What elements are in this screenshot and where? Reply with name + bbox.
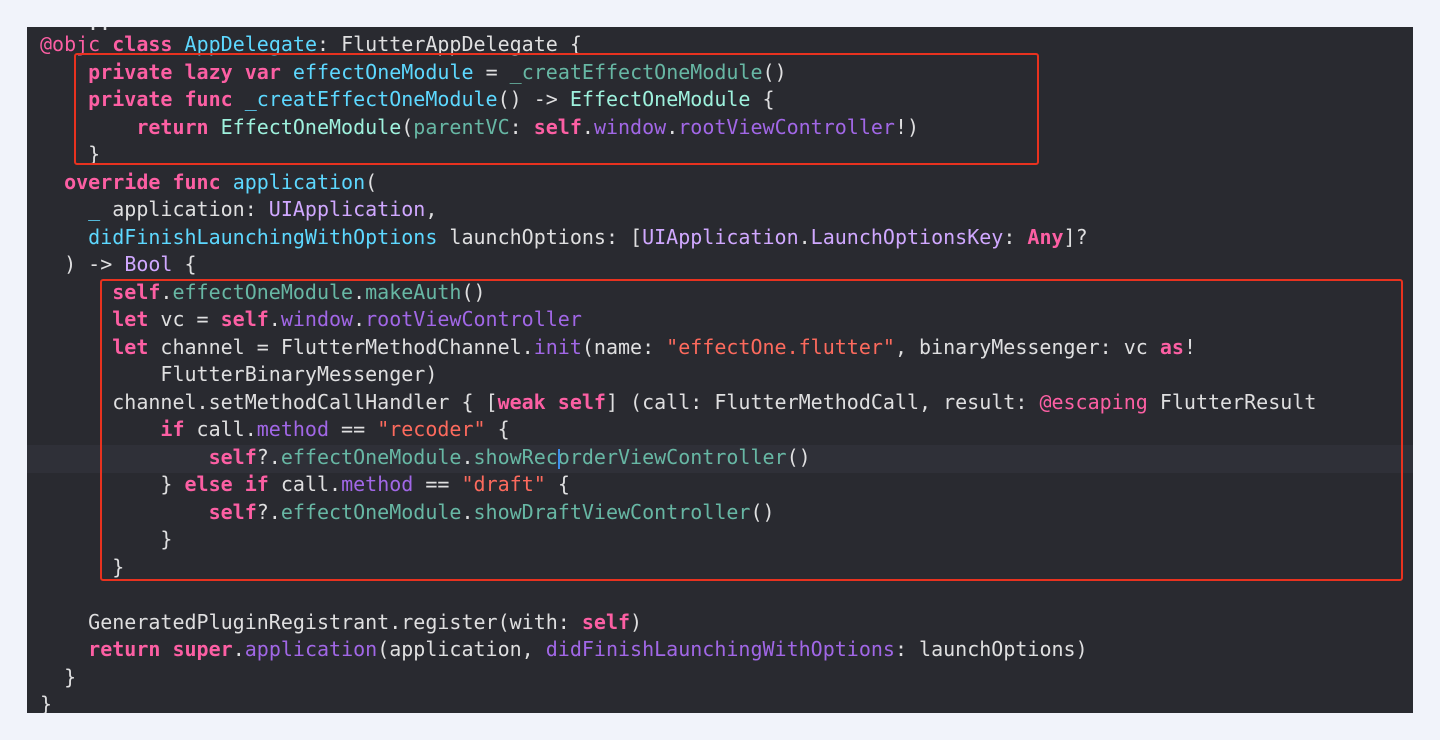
code-token: ) ->: [64, 252, 125, 276]
code-line[interactable]: }: [40, 664, 76, 692]
code-token: UIApplication: [642, 224, 799, 249]
highlight-box-method-channel: [100, 279, 1403, 581]
code-line[interactable]: override func application(: [40, 169, 377, 197]
clipped-line-bottom: }: [40, 692, 53, 713]
code-token: (: [365, 169, 378, 194]
code-token: {: [172, 252, 197, 276]
code-token: ]?: [1063, 224, 1088, 249]
code-token: application: [232, 169, 366, 194]
code-line[interactable]: return super.application(application, di…: [40, 636, 1088, 664]
code-line[interactable]: _ application: UIApplication,: [40, 196, 437, 224]
code-token: (application,: [377, 637, 546, 661]
code-token: didFinishLaunchingWithOptions: [545, 637, 895, 661]
code-token: : launchOptions): [894, 637, 1088, 661]
code-token: launchOptions: [: [437, 224, 643, 249]
code-token: }: [64, 664, 77, 689]
code-token: didFinishLaunchingWithOptions: [88, 224, 438, 249]
code-token: UIApplication: [268, 197, 426, 221]
code-token: LaunchOptionsKey: [810, 224, 1004, 249]
code-token: application:: [100, 197, 269, 221]
code-token: override: [64, 169, 161, 194]
code-token: Any: [1027, 224, 1064, 249]
code-editor[interactable]: .. @objc class AppDelegate: FlutterAppDe…: [27, 27, 1413, 713]
code-token: super: [172, 637, 233, 661]
code-token: Bool: [124, 252, 173, 276]
highlight-box-lazy-module: [74, 53, 1039, 165]
code-token: :: [1003, 224, 1028, 249]
code-token: return: [88, 637, 161, 661]
code-line[interactable]: GeneratedPluginRegistrant.register(with:…: [40, 609, 642, 637]
code-line[interactable]: didFinishLaunchingWithOptions launchOpti…: [40, 224, 1088, 252]
code-token: _: [88, 197, 101, 221]
code-token: GeneratedPluginRegistrant.register(with:: [88, 609, 582, 634]
code-token: ,: [425, 197, 438, 221]
code-token: ): [630, 609, 643, 634]
code-token: .: [232, 637, 245, 661]
code-line[interactable]: ) -> Bool {: [40, 251, 197, 279]
code-token: func: [172, 169, 221, 194]
code-token: .: [798, 224, 811, 249]
code-token: self: [581, 609, 631, 634]
code-token: application: [244, 637, 378, 661]
